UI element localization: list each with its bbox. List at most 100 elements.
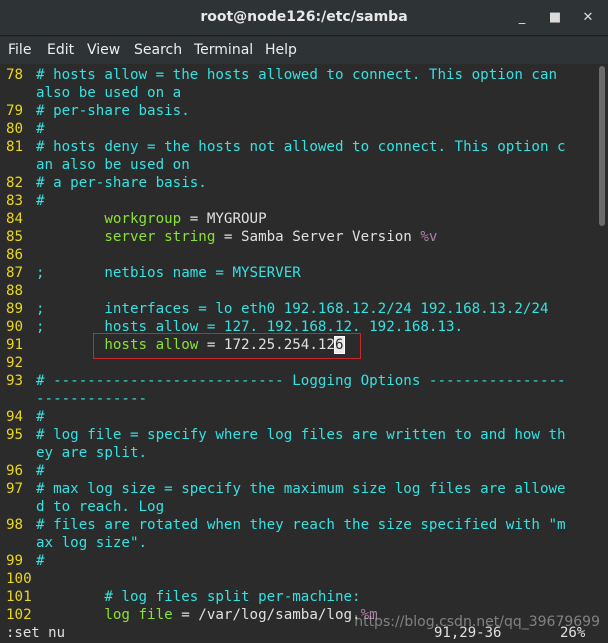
line-number: 98 bbox=[6, 517, 24, 533]
menu-view[interactable]: View bbox=[87, 42, 120, 58]
line-number: 82 bbox=[6, 175, 24, 191]
code-text: # --------------------------- Logging Op… bbox=[36, 373, 566, 389]
vim-command: :set nu bbox=[6, 625, 66, 641]
code-text: # bbox=[36, 121, 45, 137]
code-line: 81 # hosts deny = the hosts not allowed t… bbox=[6, 138, 566, 156]
menu-search[interactable]: Search bbox=[134, 42, 182, 58]
code-line: ey are split. bbox=[6, 444, 147, 462]
line-number: 99 bbox=[6, 553, 24, 569]
code-line: 92 bbox=[6, 354, 36, 372]
code-line: an also be used on bbox=[6, 156, 190, 174]
line-number: 78 bbox=[6, 67, 24, 83]
line-number: 81 bbox=[6, 139, 24, 155]
close-button[interactable]: ✕ bbox=[578, 8, 598, 28]
line-number: 84 bbox=[6, 211, 24, 227]
code-text: %v bbox=[420, 229, 438, 245]
code-text: # bbox=[36, 553, 45, 569]
title-bar: root@node126:/etc/samba _ ■ ✕ bbox=[0, 0, 608, 36]
code-text: ; interfaces = lo eth0 192.168.12.2/24 1… bbox=[36, 301, 549, 317]
code-line: also be used on a bbox=[6, 84, 181, 102]
code-text: ------------- bbox=[36, 391, 148, 407]
code-text: # bbox=[36, 409, 45, 425]
line-number: 92 bbox=[6, 355, 24, 371]
code-text: = /var/log/samba/log. bbox=[172, 607, 361, 623]
line-number: 94 bbox=[6, 409, 24, 425]
code-line: 93 # --------------------------- Logging … bbox=[6, 372, 566, 390]
code-line: 78 # hosts allow = the hosts allowed to c… bbox=[6, 66, 557, 84]
code-line: 102 log file = /var/log/samba/log.%m bbox=[6, 606, 378, 624]
code-text: # hosts deny = the hosts not allowed to … bbox=[36, 139, 566, 155]
line-number: 79 bbox=[6, 103, 24, 119]
code-line: 80 # bbox=[6, 120, 45, 138]
line-number: 85 bbox=[6, 229, 24, 245]
code-text: # files are rotated when they reach the … bbox=[36, 517, 566, 533]
code-line: 99 # bbox=[6, 552, 45, 570]
line-number: 87 bbox=[6, 265, 24, 281]
code-line: 87 ; netbios name = MYSERVER bbox=[6, 264, 301, 282]
code-line: 98 # files are rotated when they reach th… bbox=[6, 516, 566, 534]
code-text: also be used on a bbox=[36, 85, 182, 101]
code-text: ey are split. bbox=[36, 445, 148, 461]
menu-file[interactable]: File bbox=[8, 42, 31, 58]
code-line: 94 # bbox=[6, 408, 45, 426]
menu-terminal[interactable]: Terminal bbox=[194, 42, 253, 58]
line-number: 90 bbox=[6, 319, 24, 335]
code-line: 84 workgroup = MYGROUP bbox=[6, 210, 267, 228]
code-text: # log files split per-machine: bbox=[104, 589, 361, 605]
code-line: 86 bbox=[6, 246, 36, 264]
line-number: 88 bbox=[6, 283, 24, 299]
code-line: ------------- bbox=[6, 390, 147, 408]
code-text: # a per-share basis. bbox=[36, 175, 207, 191]
line-number: 95 bbox=[6, 427, 24, 443]
line-number: 100 bbox=[6, 571, 32, 587]
line-number: 80 bbox=[6, 121, 24, 137]
code-line: ax log size". bbox=[6, 534, 147, 552]
code-text: # bbox=[36, 463, 45, 479]
code-text: an also be used on bbox=[36, 157, 190, 173]
code-line: 100 bbox=[6, 570, 36, 588]
code-line: 96 # bbox=[6, 462, 45, 480]
code-text: # max log size = specify the maximum siz… bbox=[36, 481, 566, 497]
code-line: 85 server string = Samba Server Version … bbox=[6, 228, 437, 246]
code-line: 82 # a per-share basis. bbox=[6, 174, 207, 192]
code-line: 101 # log files split per-machine: bbox=[6, 588, 361, 606]
line-number: 86 bbox=[6, 247, 24, 263]
maximize-button[interactable]: ■ bbox=[545, 8, 565, 28]
code-line: 95 # log file = specify where log files a… bbox=[6, 426, 566, 444]
code-text: # log file = specify where log files are… bbox=[36, 427, 566, 443]
line-number: 96 bbox=[6, 463, 24, 479]
code-line: 79 # per-share basis. bbox=[6, 102, 190, 120]
code-text: # hosts allow = the hosts allowed to con… bbox=[36, 67, 558, 83]
code-text: # per-share basis. bbox=[36, 103, 190, 119]
line-number: 97 bbox=[6, 481, 24, 497]
menu-edit[interactable]: Edit bbox=[47, 42, 74, 58]
code-line: 83 # bbox=[6, 192, 45, 210]
line-number: 101 bbox=[6, 589, 32, 605]
code-text: log file bbox=[104, 607, 173, 623]
code-line: 88 bbox=[6, 282, 36, 300]
scrollbar-thumb[interactable] bbox=[599, 66, 605, 226]
code-line: 97 # max log size = specify the maximum s… bbox=[6, 480, 566, 498]
line-number: 93 bbox=[6, 373, 24, 389]
code-text: ; netbios name = MYSERVER bbox=[36, 265, 301, 281]
minimize-button[interactable]: _ bbox=[512, 8, 532, 28]
code-text: # bbox=[36, 193, 45, 209]
line-number: 102 bbox=[6, 607, 32, 623]
watermark-text: https://blog.csdn.net/qq_39679699 bbox=[354, 614, 600, 630]
code-text: workgroup bbox=[104, 211, 182, 227]
menu-help[interactable]: Help bbox=[265, 42, 297, 58]
code-text: server string bbox=[104, 229, 216, 245]
code-text: = MYGROUP bbox=[181, 211, 267, 227]
code-text: d to reach. Log bbox=[36, 499, 165, 515]
code-line: d to reach. Log bbox=[6, 498, 164, 516]
line-number: 91 bbox=[6, 337, 24, 353]
code-line: 89 ; interfaces = lo eth0 192.168.12.2/24… bbox=[6, 300, 549, 318]
menu-bar: File Edit View Search Terminal Help bbox=[0, 37, 608, 64]
code-text: ax log size". bbox=[36, 535, 148, 551]
line-number: 89 bbox=[6, 301, 24, 317]
highlight-box bbox=[93, 333, 361, 359]
code-text: = Samba Server Version bbox=[215, 229, 421, 245]
